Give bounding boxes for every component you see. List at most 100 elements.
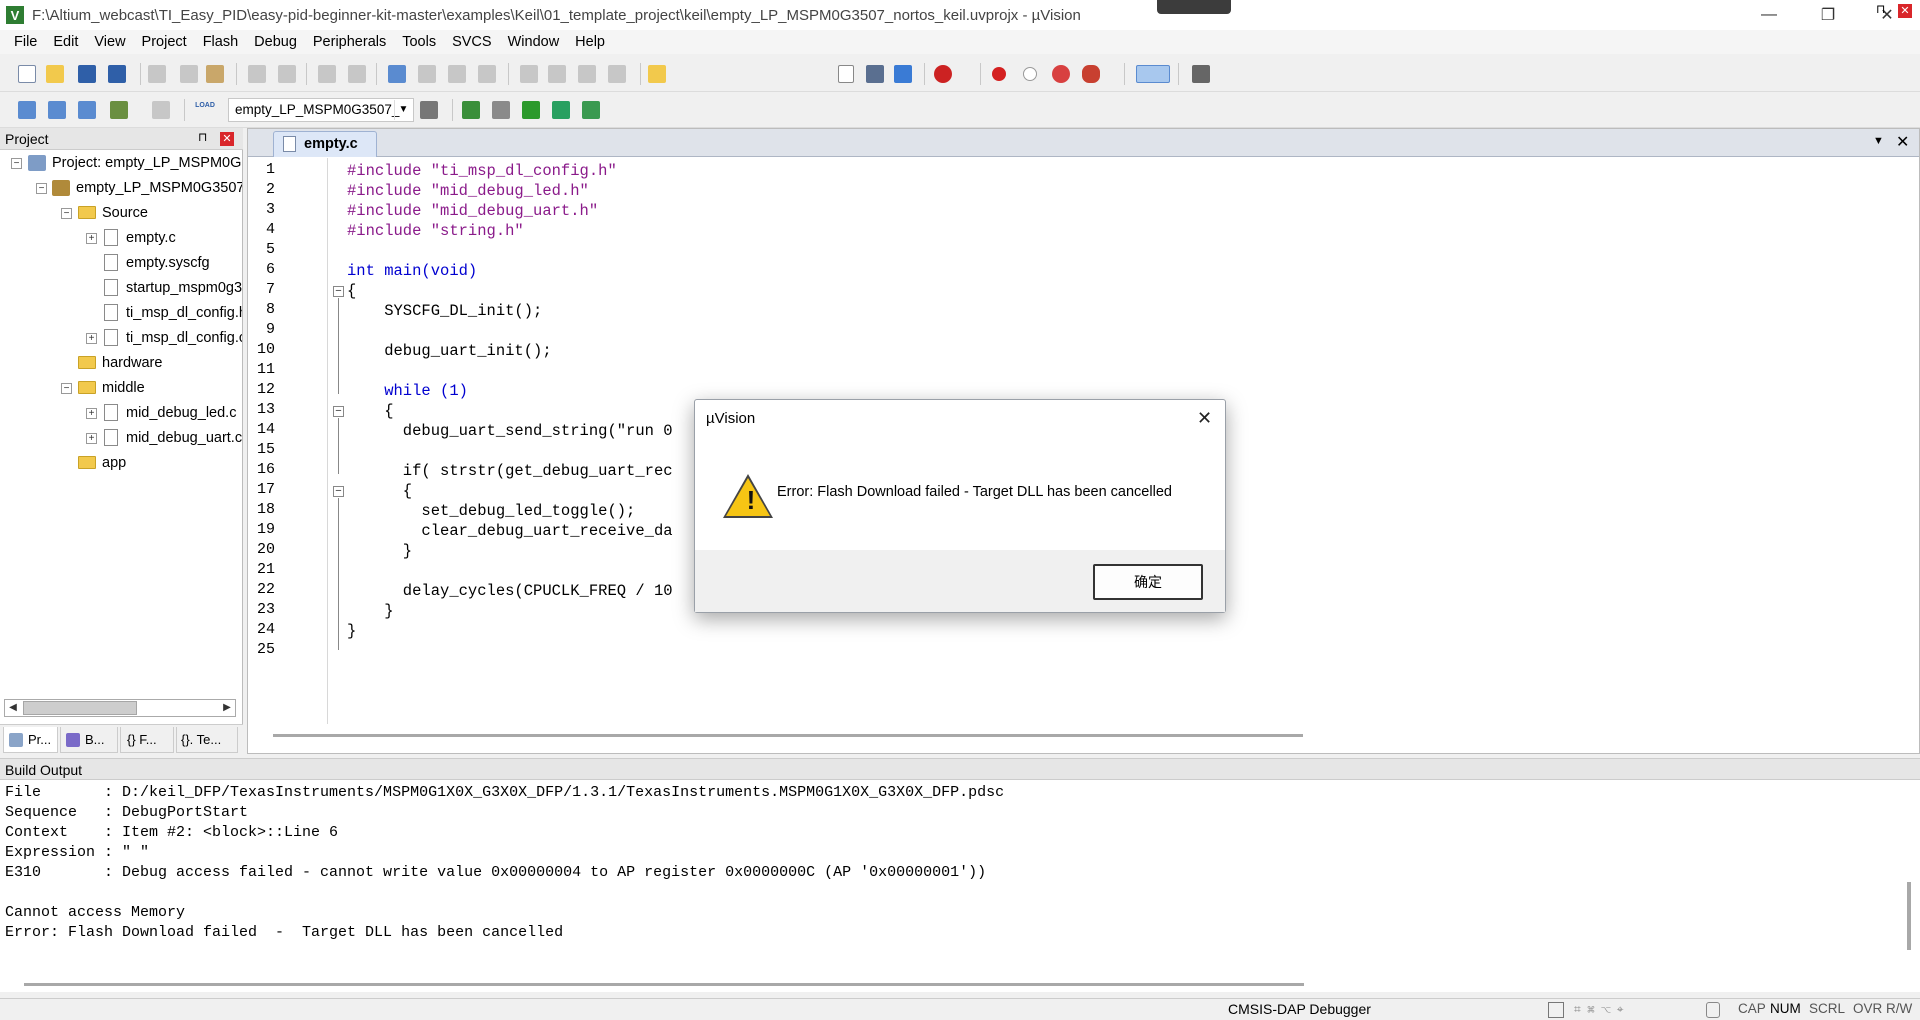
pin-icon[interactable]: ⊓	[1876, 2, 1885, 16]
comment-icon[interactable]	[578, 65, 596, 83]
tree-item-file[interactable]: ti_msp_dl_config.h	[104, 300, 242, 325]
bookmark-clear-icon[interactable]	[478, 65, 496, 83]
ok-button[interactable]: 确定	[1093, 564, 1203, 600]
close-icon[interactable]: ✕	[1898, 4, 1912, 18]
tree-expander[interactable]: −	[36, 183, 47, 194]
stop-build-icon[interactable]	[152, 101, 170, 119]
scroll-left-icon[interactable]: ◀	[5, 700, 21, 716]
copy-icon[interactable]	[180, 65, 198, 83]
tree-item-target[interactable]: empty_LP_MSPM0G3507_nortos_keil	[52, 175, 242, 200]
tree-expander[interactable]: +	[86, 433, 97, 444]
find-combo-dropdown-icon[interactable]	[838, 65, 854, 83]
options-for-target-icon[interactable]	[420, 101, 438, 119]
tree-item-middle[interactable]: middle	[78, 375, 145, 400]
debug-session-icon[interactable]	[934, 65, 952, 83]
batch-build-icon[interactable]	[110, 101, 128, 119]
scroll-right-icon[interactable]: ▶	[219, 700, 235, 716]
tree-item-file[interactable]: mid_debug_led.c	[104, 400, 236, 425]
bookmark-icon[interactable]	[388, 65, 406, 83]
bookmark-next-icon[interactable]	[448, 65, 466, 83]
build-output-horizontal-scrollbar[interactable]	[24, 983, 1304, 986]
new-file-icon[interactable]	[18, 65, 36, 83]
tree-item-app[interactable]: app	[78, 450, 126, 475]
tab-functions[interactable]: {} F...	[120, 727, 174, 753]
tab-empty-c[interactable]: empty.c	[273, 131, 377, 157]
tree-expander[interactable]: −	[61, 208, 72, 219]
tab-templates[interactable]: {}. Te...	[176, 727, 238, 753]
disable-breakpoints-icon[interactable]	[1052, 65, 1070, 83]
target-select[interactable]: empty_LP_MSPM0G3507_ ▼	[228, 98, 414, 122]
open-file-icon[interactable]	[46, 65, 64, 83]
tree-item-file[interactable]: startup_mspm0g350x_uvision.s	[104, 275, 242, 300]
select-packs-icon[interactable]	[492, 101, 510, 119]
build-icon[interactable]	[48, 101, 66, 119]
tree-item-source[interactable]: Source	[78, 200, 148, 225]
scrollbar-thumb[interactable]	[23, 701, 137, 715]
find-in-files-icon[interactable]	[648, 65, 666, 83]
menu-view[interactable]: View	[86, 30, 133, 54]
close-icon[interactable]: ✕	[220, 132, 234, 146]
build-output-text[interactable]: File : D:/keil_DFP/TexasInstruments/MSPM…	[0, 780, 1920, 992]
tree-item-file[interactable]: mid_debug_uart.c	[104, 425, 242, 450]
save-icon[interactable]	[78, 65, 96, 83]
undo-icon[interactable]	[248, 65, 266, 83]
event-recorder-icon[interactable]	[582, 101, 600, 119]
fold-toggle[interactable]: −	[333, 286, 344, 297]
editor-horizontal-scrollbar[interactable]	[273, 734, 1303, 737]
download-icon[interactable]: LOAD	[194, 101, 216, 119]
tree-expander[interactable]: −	[11, 158, 22, 169]
find-icon[interactable]	[866, 65, 884, 83]
tab-books[interactable]: B...	[60, 727, 118, 753]
minimize-button[interactable]: —	[1740, 0, 1798, 30]
restore-button[interactable]: ❐	[1799, 0, 1857, 30]
save-all-icon[interactable]	[108, 65, 126, 83]
menu-project[interactable]: Project	[134, 30, 195, 54]
tree-expander[interactable]: +	[86, 333, 97, 344]
tree-expander[interactable]: +	[86, 233, 97, 244]
tree-item-file[interactable]: empty.syscfg	[104, 250, 210, 275]
breakpoint-icon[interactable]	[992, 67, 1006, 81]
redo-icon[interactable]	[278, 65, 296, 83]
pack-installer-icon[interactable]	[522, 101, 540, 119]
tree-item-file[interactable]: empty.c	[104, 225, 176, 250]
unindent-icon[interactable]	[548, 65, 566, 83]
chevron-down-icon[interactable]: ▼	[1873, 135, 1884, 147]
configure-icon[interactable]	[1192, 65, 1210, 83]
uncomment-icon[interactable]	[608, 65, 626, 83]
menu-edit[interactable]: Edit	[45, 30, 86, 54]
nav-back-icon[interactable]	[318, 65, 336, 83]
enable-breakpoint-icon[interactable]	[1023, 67, 1037, 81]
menu-svcs[interactable]: SVCS	[444, 30, 500, 54]
tree-item-hardware[interactable]: hardware	[78, 350, 162, 375]
rebuild-icon[interactable]	[78, 101, 96, 119]
incremental-find-icon[interactable]	[894, 65, 912, 83]
close-icon[interactable]: ✕	[1896, 132, 1909, 152]
menu-window[interactable]: Window	[500, 30, 568, 54]
translate-icon[interactable]	[18, 101, 36, 119]
fold-toggle[interactable]: −	[333, 406, 344, 417]
tab-project[interactable]: Pr...	[3, 727, 58, 753]
menu-flash[interactable]: Flash	[195, 30, 246, 54]
manage-project-items-icon[interactable]	[462, 101, 480, 119]
cut-icon[interactable]	[148, 65, 166, 83]
dialog-close-button[interactable]: ✕	[1197, 408, 1212, 429]
tree-item-file[interactable]: ti_msp_dl_config.c	[104, 325, 242, 350]
paste-icon[interactable]	[206, 65, 224, 83]
manage-rte-icon[interactable]	[552, 101, 570, 119]
indent-icon[interactable]	[520, 65, 538, 83]
menu-help[interactable]: Help	[567, 30, 613, 54]
menu-peripherals[interactable]: Peripherals	[305, 30, 394, 54]
build-output-vertical-scrollbar[interactable]	[1907, 882, 1911, 950]
tree-expander[interactable]: +	[86, 408, 97, 419]
tree-item-project[interactable]: Project: empty_LP_MSPM0G3507_nortos_keil	[28, 150, 242, 175]
menu-tools[interactable]: Tools	[394, 30, 444, 54]
fold-toggle[interactable]: −	[333, 486, 344, 497]
menu-file[interactable]: File	[6, 30, 45, 54]
pin-icon[interactable]: ⊓	[198, 130, 207, 144]
window-layout-icon[interactable]	[1136, 65, 1170, 83]
kill-breakpoints-icon[interactable]	[1082, 65, 1100, 83]
tree-expander[interactable]: −	[61, 383, 72, 394]
project-horizontal-scrollbar[interactable]: ◀ ▶	[4, 699, 236, 717]
nav-forward-icon[interactable]	[348, 65, 366, 83]
bookmark-prev-icon[interactable]	[418, 65, 436, 83]
